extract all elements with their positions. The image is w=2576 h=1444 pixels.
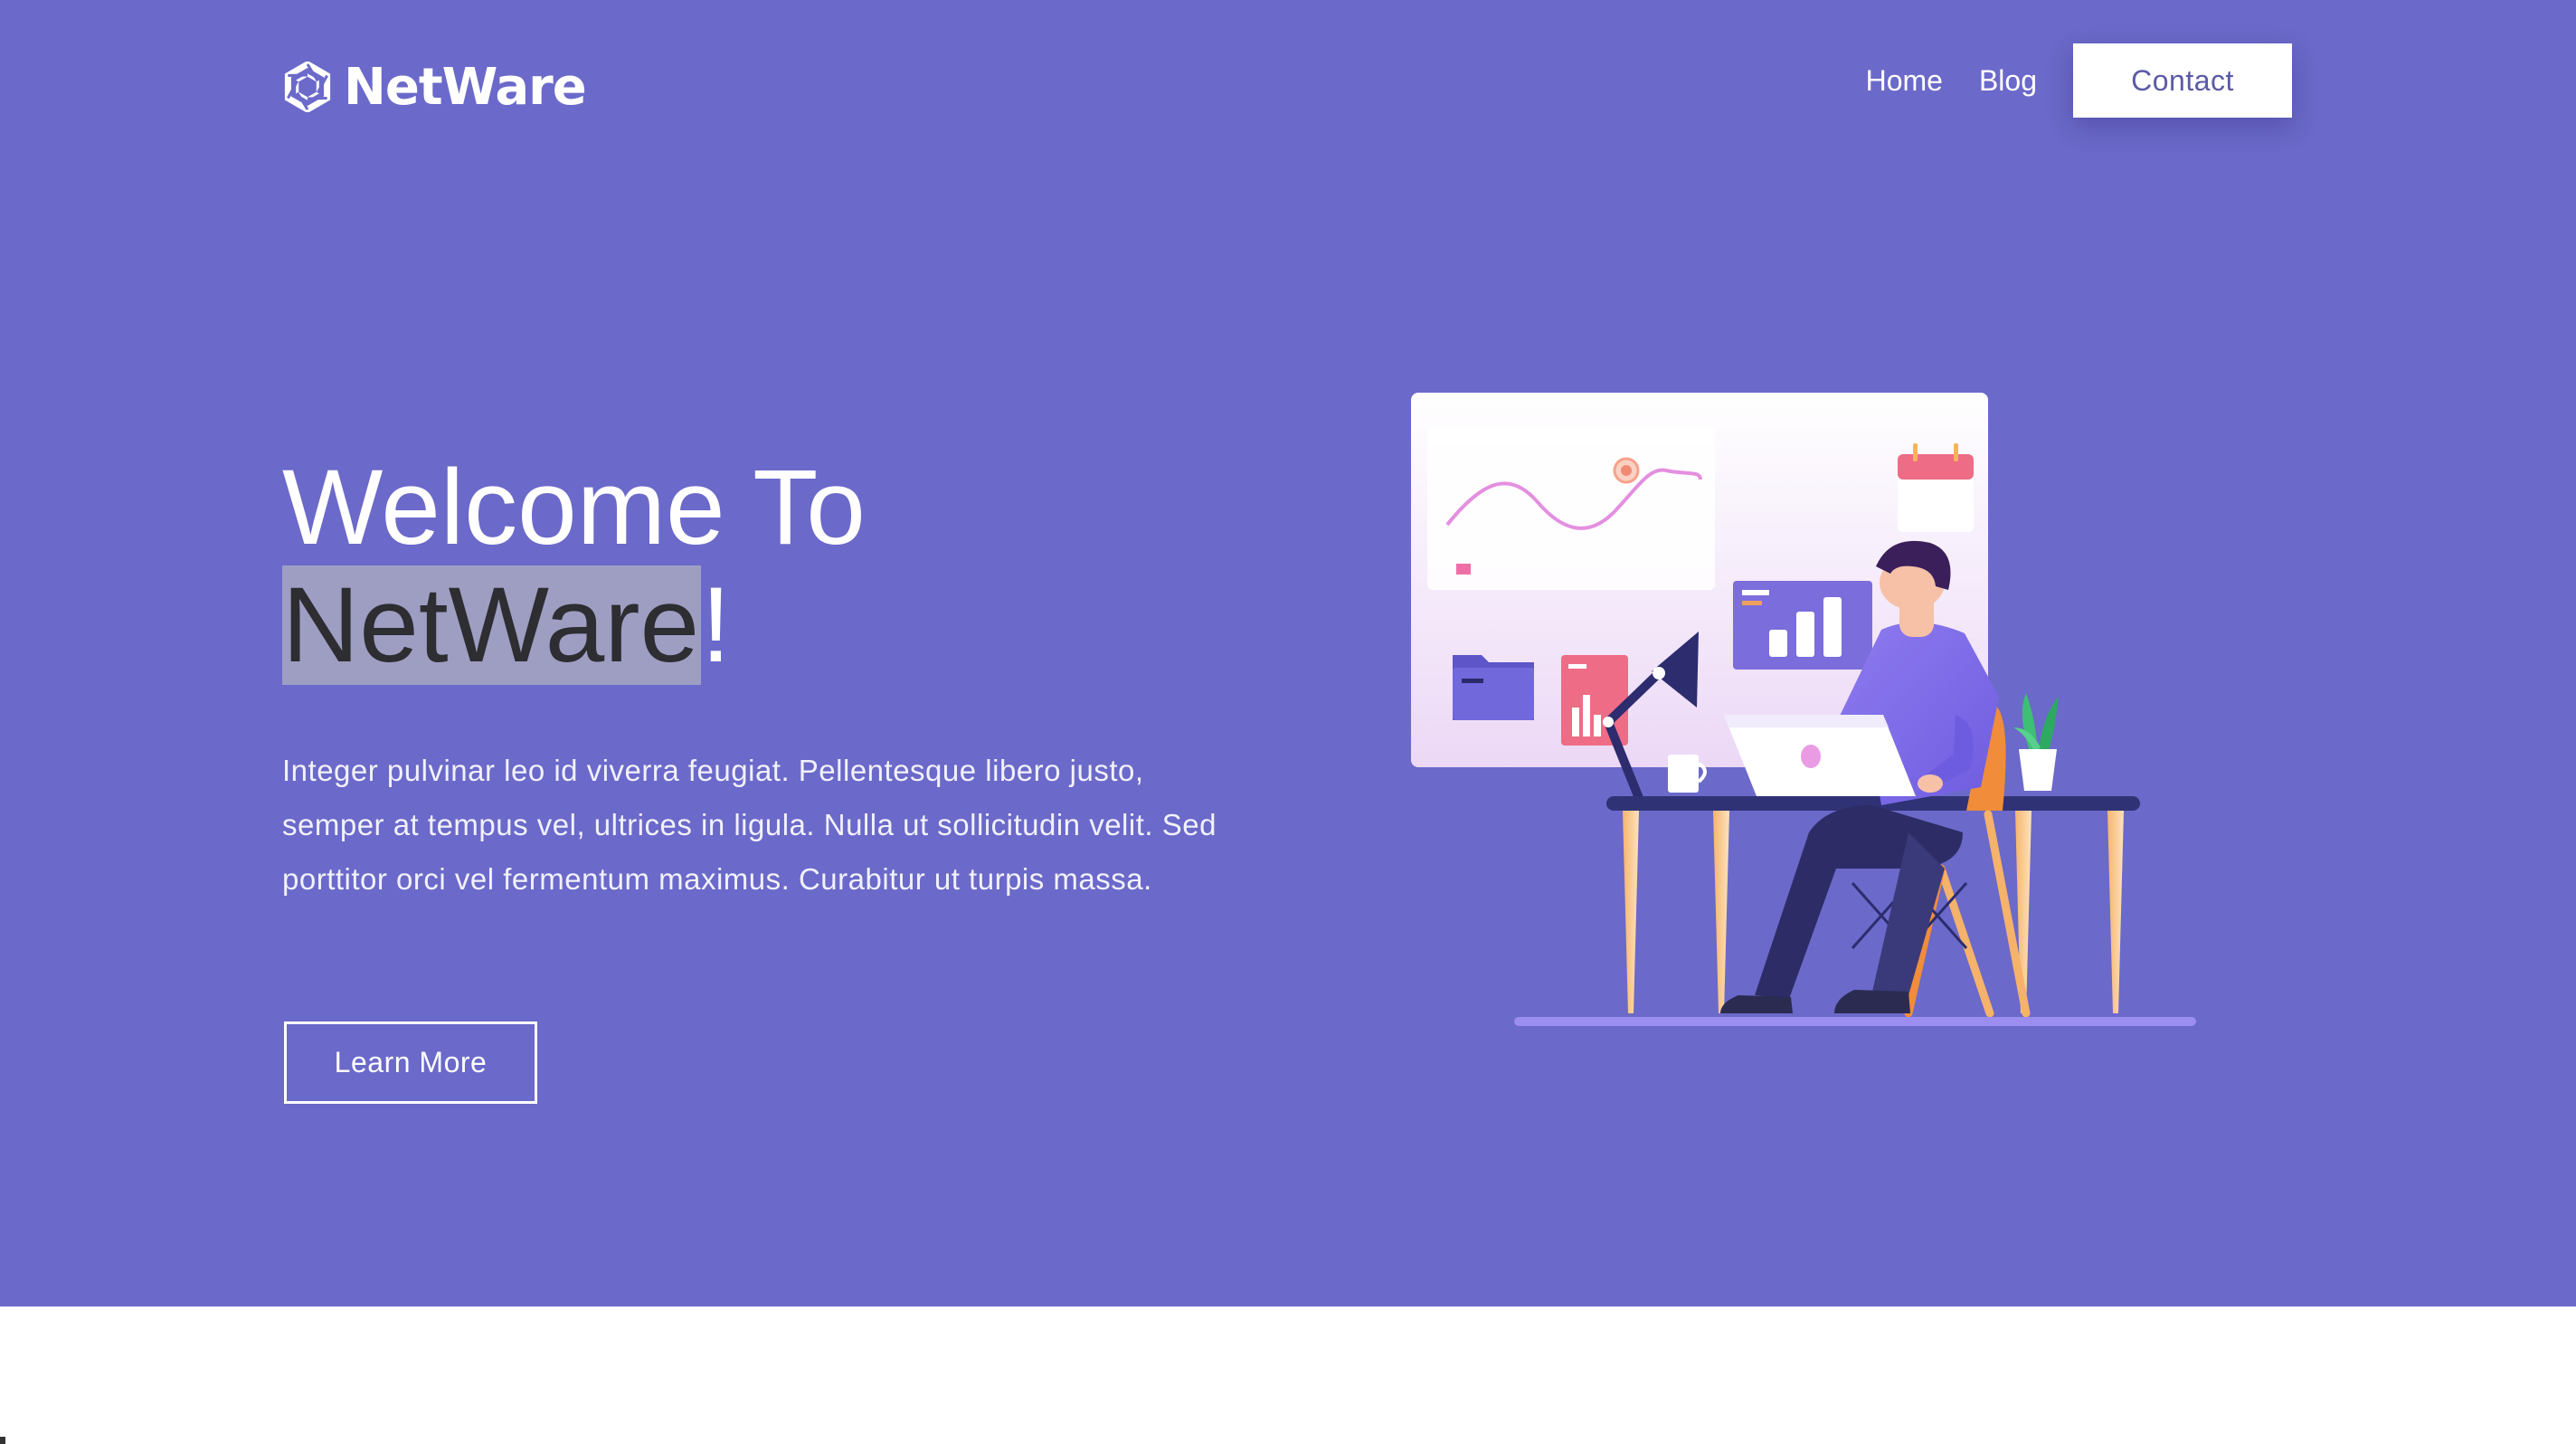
- floor-line: [1514, 1017, 2196, 1026]
- hero-description: Integer pulvinar leo id viverra feugiat.…: [282, 754, 1217, 896]
- hexagon-aperture-icon: [284, 62, 331, 112]
- learn-more-button[interactable]: Learn More: [284, 1021, 537, 1104]
- calendar-icon: [1898, 443, 1974, 532]
- hero-title: Welcome To NetWare!: [282, 448, 866, 685]
- workspace-illustration: [1411, 393, 2196, 1026]
- main-nav: Home Blog Contact: [1866, 43, 2292, 118]
- hero-title-line1: Welcome To: [282, 448, 866, 567]
- contact-button[interactable]: Contact: [2073, 43, 2292, 118]
- brand-logo[interactable]: NetWare: [282, 56, 587, 118]
- hero-section: NetWare Home Blog Contact Welcome To Net…: [0, 0, 2576, 1306]
- folder-icon: [1453, 655, 1534, 720]
- bar-chart-card: [1733, 581, 1872, 670]
- hero-title-suffix: !: [701, 565, 731, 685]
- hero-title-highlight: NetWare: [282, 565, 702, 685]
- page-edge-mark: [0, 1437, 5, 1444]
- plant: [2013, 693, 2059, 791]
- nav-link-home[interactable]: Home: [1866, 44, 1943, 117]
- nav-link-blog[interactable]: Blog: [1979, 44, 2037, 117]
- document-chart-icon: [1561, 655, 1628, 746]
- laptop: [1724, 715, 1916, 796]
- brand-name: NetWare: [344, 57, 587, 117]
